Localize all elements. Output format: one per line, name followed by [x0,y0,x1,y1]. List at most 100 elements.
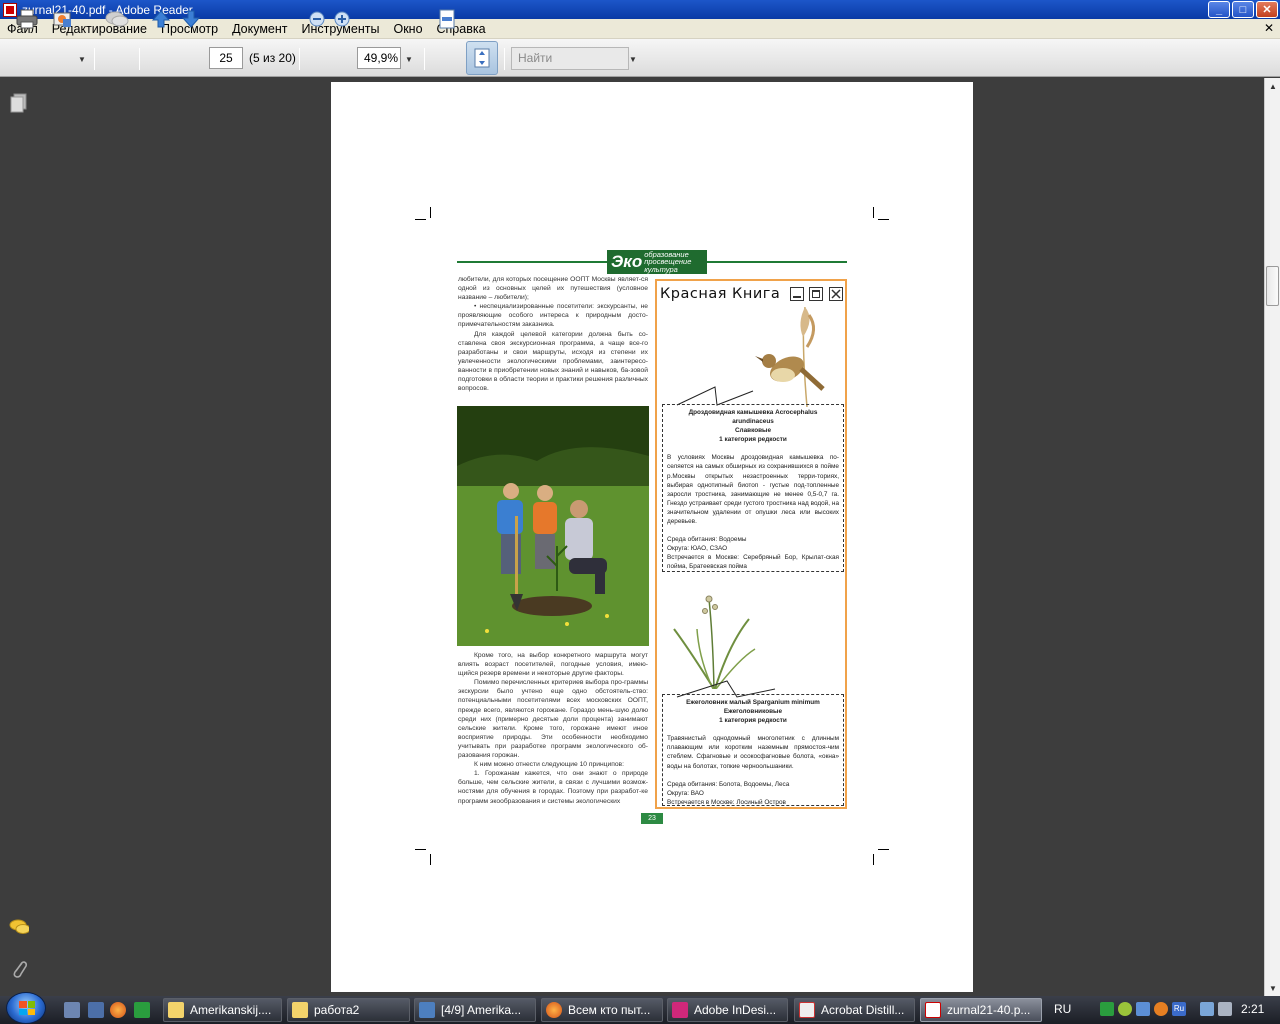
previous-page-button[interactable] [149,0,173,38]
email-dropdown-icon[interactable]: ▼ [78,55,86,64]
zoom-dropdown-icon[interactable]: ▼ [405,55,413,64]
window-controls: _ □ ✕ [1208,1,1278,18]
zoom-out-icon [309,11,325,27]
menu-document[interactable]: Документ [225,22,294,36]
desktop-quicklaunch-icon[interactable] [88,1002,104,1018]
fit-width-button[interactable] [466,41,498,75]
zoom-in-button[interactable] [331,0,353,38]
species-card-bur-reed: Ежеголовник малый Sparganium minimum Еже… [662,694,844,806]
scroll-down-arrow-icon[interactable]: ▼ [1265,980,1280,996]
explorer-quicklaunch-icon[interactable] [64,1002,80,1018]
comments-panel-button[interactable] [9,916,29,938]
network-tray-icon[interactable] [1136,1002,1150,1016]
pdf-page: Эко образование просвещение культура люб… [331,82,973,992]
scroll-thumb[interactable] [1266,266,1279,306]
document-close-icon[interactable]: ✕ [1264,21,1274,35]
volume-tray-icon[interactable] [1218,1002,1232,1016]
icq-tray-icon[interactable] [1118,1002,1132,1016]
print-icon [16,9,38,29]
fit-page-icon [439,9,455,29]
arrow-down-icon [181,10,201,28]
document-area[interactable]: Эко образование просвещение культура люб… [40,78,1264,996]
task-download[interactable]: [4/9] Amerika... [414,998,536,1022]
logo-line-3: культура [644,264,678,274]
paragraph: Кроме того, на выбор конкретного маршрут… [458,652,648,678]
email-icon [53,12,71,27]
next-page-button[interactable] [179,0,203,38]
keyboard-layout-tray-icon[interactable]: Ru [1172,1002,1186,1016]
task-firefox[interactable]: Всем кто пыт... [541,998,663,1022]
species-family: Славковые [734,427,772,435]
task-indesign[interactable]: Adobe InDesi... [667,998,788,1022]
photo-planting-tree [457,406,649,646]
species-description: Травянистый однодомный многолетник с дли… [667,735,839,770]
species-habitat: Среда обитания: Болота, Водоемы, Леса [667,780,790,788]
folder-icon [168,1002,184,1018]
left-column-top-text: любители, для которых посещение ООПТ Мос… [458,275,648,393]
paragraph: Помимо перечисленных критериев выбора пр… [458,679,648,760]
navigation-pane [0,78,40,996]
email-button[interactable] [50,0,76,38]
logo-eko: Эко [611,252,643,271]
fit-page-button[interactable] [434,0,460,38]
indesign-icon [672,1002,688,1018]
red-book-title: Красная Книга [660,286,781,302]
pages-icon [10,93,27,113]
scroll-up-arrow-icon[interactable]: ▲ [1265,78,1280,94]
paperclip-icon [13,961,28,978]
minimize-button[interactable]: _ [1208,1,1230,18]
task-acrobat-distiller[interactable]: Acrobat Distill... [794,998,915,1022]
species-name: Дроздовидная камышевка Acrocephalus [688,409,818,416]
red-book-maximize-icon [809,287,823,301]
paragraph: 1. Горожанам кажется, что они знают о пр… [458,770,648,805]
close-button[interactable]: ✕ [1256,1,1278,18]
page-number-badge: 23 [641,813,663,824]
utorrent-quicklaunch-icon[interactable] [134,1002,150,1018]
find-input[interactable]: Найти [511,47,629,70]
menu-window[interactable]: Окно [386,22,429,36]
clock: 2:21 [1241,1002,1265,1016]
comment-button[interactable] [103,0,131,38]
distiller-icon [799,1002,815,1018]
firefox-quicklaunch-icon[interactable] [110,1002,126,1018]
language-indicator[interactable]: RU [1054,1002,1071,1016]
print-button[interactable] [14,0,40,38]
red-book-close-icon [829,287,843,301]
update-tray-icon[interactable] [1154,1002,1168,1016]
paragraph: • неспециализированные посетители: экску… [458,303,648,329]
comment-icon [9,919,29,934]
red-book-minimize-icon [790,287,804,301]
display-tray-icon[interactable] [1200,1002,1214,1016]
utorrent-tray-icon[interactable] [1100,1002,1114,1016]
species-category: 1 категория редкости [719,717,787,725]
zoom-input[interactable]: 49,9% [357,47,401,69]
maximize-button[interactable]: □ [1232,1,1254,18]
task-adobe-reader[interactable]: zurnal21-40.p... [920,998,1042,1022]
page-number-input[interactable]: 25 [209,47,243,69]
species-found: Встречается в Москве: Лосиный Остров [667,798,786,806]
species-found: Встречается в Москве: Серебряный Бор, Кр… [667,554,839,571]
windows-logo-icon [19,1001,35,1015]
attachments-panel-button[interactable] [9,958,29,980]
toolbar [0,39,1280,77]
paragraph: любители, для которых посещение ООПТ Мос… [458,276,648,302]
species-name: Ежеголовник малый Sparganium minimum [686,699,820,706]
zoom-out-button[interactable] [306,0,328,38]
paragraph: Для каждой целевой категории должна быть… [458,330,648,393]
find-dropdown-icon[interactable]: ▼ [629,55,637,64]
species-habitat: Среда обитания: Водоемы [667,536,747,544]
species-category: 1 категория редкости [719,436,787,444]
firefox-icon [546,1002,562,1018]
task-folder-rabota2[interactable]: работа2 [287,998,410,1022]
red-book-box: Красная Книга Дроздовидная камышевка Acr… [655,279,847,809]
download-icon [419,1002,435,1018]
start-button[interactable] [6,992,46,1024]
arrow-up-icon [151,10,171,28]
vertical-scrollbar[interactable]: ▲ ▼ [1264,78,1280,996]
species-family: Ежеголовниковые [723,708,783,716]
left-column-bottom-text: Кроме того, на выбор конкретного маршрут… [458,651,648,806]
fit-width-icon [474,48,490,68]
task-folder-amerikanskij[interactable]: Amerikanskij.... [163,998,282,1022]
pages-panel-button[interactable] [9,92,29,114]
species-card-reed-warbler: Дроздовидная камышевка Acrocephalus arun… [662,404,844,572]
